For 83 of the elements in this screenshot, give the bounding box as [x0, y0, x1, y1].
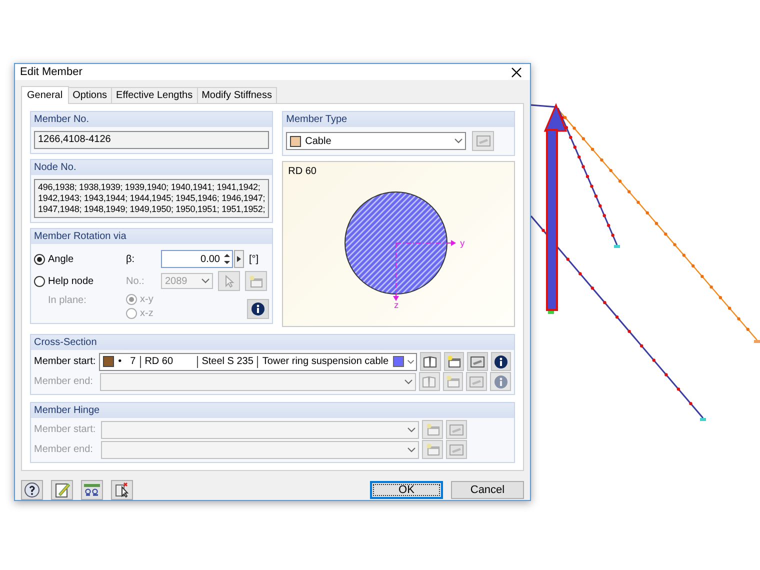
- dropdown-caret-icon: [404, 378, 413, 384]
- help-button[interactable]: [21, 480, 43, 500]
- node-label: No.:: [126, 276, 146, 286]
- edit-hinge-button[interactable]: [446, 420, 467, 439]
- edit-icon: [470, 356, 485, 368]
- tab[interactable]: Effective Lengths: [111, 87, 198, 103]
- decimal-places-button[interactable]: [81, 480, 103, 500]
- bullet-mark: •: [118, 356, 122, 367]
- dropdown-caret-icon: [407, 426, 416, 432]
- book-icon: [423, 356, 438, 368]
- edit-icon: [449, 444, 464, 456]
- info-button[interactable]: [247, 299, 270, 319]
- group-header: Node No.: [31, 160, 272, 175]
- book-icon: [422, 376, 436, 388]
- in-plane-label: In plane:: [47, 294, 88, 308]
- material-name: Steel S 235: [202, 356, 254, 367]
- axis-label: z: [394, 300, 399, 310]
- group-header: Member Type: [283, 112, 514, 127]
- new-section-icon: [249, 274, 263, 288]
- row-label: Member end:: [34, 376, 94, 387]
- group-header: Member No.: [31, 112, 272, 127]
- section-dropdown[interactable]: • 7 RD 60 Steel S 235 Tower ring suspension cable: [99, 352, 418, 370]
- edit-type-button[interactable]: [472, 131, 494, 151]
- spin-arrows-icon[interactable]: [222, 251, 232, 267]
- info-icon: [494, 374, 508, 388]
- edit-icon: [449, 424, 464, 436]
- angle-spin-field[interactable]: 0.00: [161, 250, 233, 268]
- select-graphically-button[interactable]: [111, 480, 133, 500]
- tab[interactable]: Modify Stiffness: [196, 87, 277, 103]
- group-header: Member Hinge: [31, 403, 514, 418]
- arrow-right-icon[interactable]: [234, 250, 244, 268]
- member-number-field[interactable]: 1266,4108-4126: [34, 131, 270, 149]
- new-hinge-button[interactable]: [422, 420, 443, 439]
- library-button[interactable]: [420, 352, 441, 371]
- row-label: Member start:: [34, 356, 96, 367]
- help-icon: [24, 482, 40, 498]
- new-node-button[interactable]: [245, 271, 267, 291]
- dialog-button[interactable]: OK: [370, 481, 443, 499]
- pick-node-button[interactable]: [218, 271, 240, 291]
- pencil-note-icon: [54, 482, 70, 498]
- unit-label: [°]: [249, 254, 259, 264]
- tab[interactable]: Options: [68, 87, 112, 103]
- section-number: 7: [129, 356, 136, 367]
- radio-button[interactable]: Help node: [34, 276, 126, 286]
- new-section-icon: [446, 375, 460, 388]
- info-button[interactable]: [490, 352, 511, 371]
- window-title: Edit Member: [20, 66, 82, 78]
- new-section-button[interactable]: [444, 352, 464, 371]
- dropdown-caret-icon: [201, 278, 210, 284]
- section-dropdown[interactable]: [101, 440, 419, 458]
- edit-section-button[interactable]: [467, 352, 488, 371]
- group-header: Member Rotation via: [31, 229, 272, 244]
- section-description: Tower ring suspension cable: [262, 356, 389, 367]
- dropdown-caret-icon: [406, 358, 414, 364]
- new-section-icon: [426, 443, 440, 456]
- axis-label: y: [460, 238, 465, 248]
- group-header: Cross-Section: [31, 335, 514, 350]
- new-section-icon: [446, 355, 461, 368]
- axis-arrows-drawing: [393, 240, 456, 301]
- node-number-field[interactable]: 496,1938; 1938,1939; 1939,1940; 1940,1941; 1941,1942; 1942,1943; 1943,1944; 1944,1945; 1945,1946; 1946,1947; 1947,1948; 1948,1949; 1949,1950; 1950,1951; 1951,1952;: [34, 179, 270, 218]
- comment-button[interactable]: [51, 480, 73, 500]
- new-section-icon: [426, 423, 440, 436]
- info-icon: [251, 302, 266, 316]
- pointer-icon: [223, 274, 235, 288]
- edit-icon: [469, 376, 484, 388]
- section-name: RD 60: [144, 356, 174, 367]
- edit-icon: [476, 135, 491, 147]
- section-dropdown[interactable]: [101, 420, 419, 438]
- new-hinge-button[interactable]: [422, 440, 443, 459]
- dropdown-caret-icon: [454, 138, 464, 144]
- edit-hinge-button[interactable]: [446, 440, 467, 459]
- dialog-button[interactable]: Cancel: [451, 481, 524, 499]
- radio-button[interactable]: Angle: [34, 254, 126, 264]
- dropdown-caret-icon: [407, 446, 416, 452]
- info-icon: [494, 354, 508, 368]
- decimal-places-icon: [83, 483, 101, 497]
- row-label: Member start:: [34, 424, 97, 435]
- select-pointer-icon: [114, 482, 130, 498]
- row-label: Member end:: [34, 444, 94, 455]
- beta-label: β:: [126, 254, 136, 264]
- tab[interactable]: General: [21, 86, 69, 104]
- member-type-dropdown[interactable]: Cable: [286, 132, 466, 150]
- section-title: RD 60: [288, 166, 316, 177]
